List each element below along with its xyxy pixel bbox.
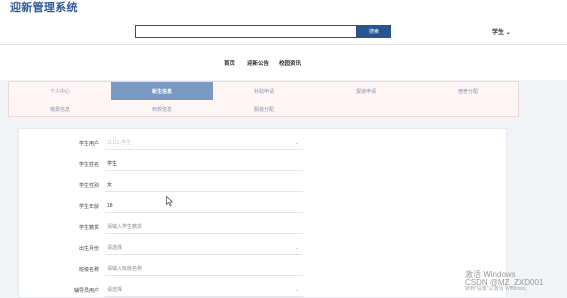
field-value: 请选择	[107, 245, 123, 251]
tab-registration-application[interactable]: 报道申请	[315, 82, 417, 100]
form-row-student-age: 学生年龄 18	[37, 200, 437, 214]
tab-subsidy-application[interactable]: 补助申请	[213, 82, 315, 100]
form-row-student-name: 学生姓名 学生	[37, 158, 437, 172]
field-label: 学生籍贯	[78, 225, 99, 231]
user-menu-label: 学生	[492, 30, 505, 36]
field-value: 请选择	[107, 287, 123, 293]
main-nav: 首页 迎新公告 校园资讯	[0, 44, 567, 80]
nav-item-campus-news[interactable]: 校园资讯	[279, 59, 301, 67]
search-button[interactable]: 搜索	[357, 25, 391, 38]
watermark-line-3: 转到"设置"以激活 Windows。	[465, 286, 531, 292]
tab-dorm-assignment[interactable]: 宿舍分配	[417, 82, 519, 100]
tab-new-student-info[interactable]: 新生信息	[111, 82, 213, 100]
field-label: 学生年龄	[78, 204, 99, 210]
student-info-form: 学生用户 11111-学生 ⌄ 学生姓名 学生 学生性别 女 学生年龄 18 学…	[18, 128, 507, 298]
search-input[interactable]	[135, 25, 357, 38]
field-label: 出生月份	[78, 246, 99, 252]
form-row-student-hometown: 学生籍贯 请输入学生籍贯	[37, 221, 437, 235]
field-label: 班级名称	[78, 267, 99, 273]
tab-uniform-assignment[interactable]: 服装分配	[213, 100, 315, 118]
form-row-student-gender: 学生性别 女	[37, 179, 437, 193]
student-age-field[interactable]: 18	[105, 200, 303, 213]
app-title: 迎新管理系统	[10, 2, 78, 14]
top-bar: 迎新管理系统 搜索 学生 ⌄	[0, 0, 567, 44]
field-label: 学生性别	[78, 183, 99, 189]
user-menu[interactable]: 学生 ⌄	[492, 27, 511, 36]
mouse-cursor-icon	[166, 196, 173, 206]
chevron-down-icon: ⌄	[294, 287, 299, 293]
student-name-field[interactable]: 学生	[105, 158, 303, 171]
nav-item-announcements[interactable]: 迎新公告	[247, 59, 269, 67]
field-label: 学生姓名	[78, 162, 99, 168]
tab-arrival-info[interactable]: 到校信息	[111, 100, 213, 118]
class-name-field[interactable]: 请输入班级名称	[105, 263, 303, 276]
student-hometown-field[interactable]: 请输入学生籍贯	[105, 221, 303, 234]
form-row-birth-month: 出生月份 请选择 ⌄	[37, 242, 437, 256]
counselor-user-select[interactable]: 请选择 ⌄	[105, 284, 303, 297]
field-label: 学生用户	[78, 141, 99, 147]
chevron-down-icon: ⌄	[505, 30, 511, 36]
form-row-student-user: 学生用户 11111-学生 ⌄	[37, 137, 437, 151]
student-gender-field[interactable]: 女	[105, 179, 303, 192]
field-label: 辅导员用户	[73, 288, 99, 294]
chevron-down-icon: ⌄	[294, 140, 299, 146]
field-value: 11111-学生	[107, 140, 132, 146]
birth-month-select[interactable]: 请选择 ⌄	[105, 242, 303, 255]
form-row-counselor-user: 辅导员用户 请选择 ⌄	[37, 284, 437, 298]
student-user-select: 11111-学生 ⌄	[105, 137, 303, 150]
tab-personal-center[interactable]: 个人中心	[9, 82, 111, 100]
feature-tabs: 个人中心 新生信息 补助申请 报道申请 宿舍分配 缴费信息 到校信息 服装分配	[8, 81, 519, 117]
form-row-class-name: 班级名称 请输入班级名称	[37, 263, 437, 277]
nav-item-home[interactable]: 首页	[224, 59, 235, 67]
chevron-down-icon: ⌄	[294, 245, 299, 251]
tab-payment-info[interactable]: 缴费信息	[9, 100, 111, 118]
